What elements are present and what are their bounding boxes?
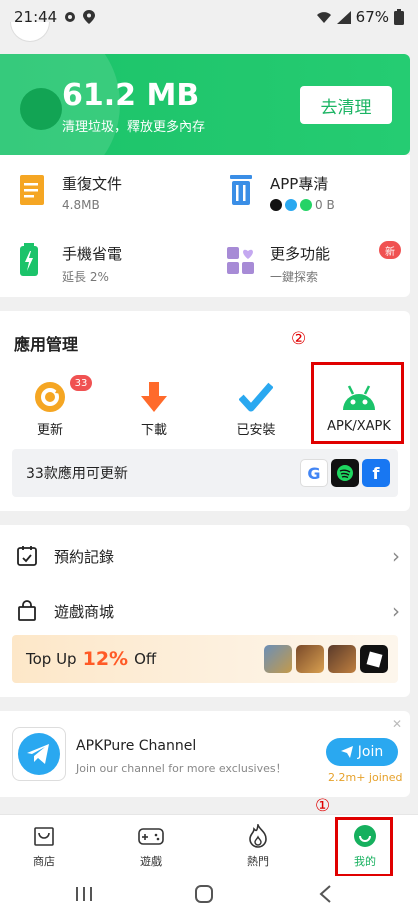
tool-app-clean[interactable]: APP專清 0 B <box>226 173 335 212</box>
update-count-badge: 33 <box>70 375 92 391</box>
annotation-marker: ① <box>315 796 331 816</box>
highlight-box <box>311 362 404 444</box>
store-bag-icon <box>34 827 54 846</box>
document-icon <box>20 175 44 205</box>
telegram-logo <box>12 727 66 781</box>
battery-icon <box>394 9 404 25</box>
junk-size: 61.2 MB <box>62 78 200 113</box>
new-badge: 新 <box>379 241 401 259</box>
cleaner-subtitle: 清理垃圾，釋放更多內存 <box>62 120 206 135</box>
update-icon <box>35 382 65 412</box>
joined-count: 2.2m+ joined <box>328 771 403 784</box>
app-item-label: 下載 <box>140 423 167 438</box>
chevron-right-icon: › <box>392 599 400 623</box>
topup-prefix: Top Up <box>26 650 77 668</box>
annotation-marker: ② <box>291 329 307 349</box>
join-label: Join <box>357 744 384 760</box>
calendar-icon <box>17 546 37 566</box>
clean-button[interactable]: 去清理 <box>300 86 392 124</box>
nav-games[interactable]: 遊戲 <box>121 823 181 869</box>
check-icon <box>239 382 273 412</box>
battery-charge-icon <box>20 243 38 276</box>
nav-store[interactable]: 商店 <box>14 823 74 869</box>
roblox-icon <box>360 645 388 673</box>
wifi-icon <box>316 11 331 23</box>
topup-banner[interactable]: Top Up 12% Off <box>12 635 398 683</box>
battery-level: 67% <box>355 8 389 26</box>
tiktok-icon <box>270 199 282 211</box>
signal-icon <box>336 10 351 24</box>
grid-heart-icon <box>227 247 254 274</box>
channel-subtitle: Join our channel for more exclusives！ <box>76 762 287 775</box>
app-management-panel: 應用管理 ② 更新 33 下載 已安裝 APK/XAPK 33款應用可更新 G … <box>0 311 410 511</box>
game-thumbnail <box>264 645 292 673</box>
tool-sub: 4.8MB <box>62 198 100 212</box>
app-installed[interactable]: 已安裝 <box>226 377 286 438</box>
chevron-right-icon: › <box>392 544 400 568</box>
system-nav-bar <box>0 876 418 916</box>
avatar[interactable] <box>10 22 50 42</box>
google-icon: G <box>300 459 328 487</box>
cleaner-dot-icon <box>20 88 62 130</box>
channel-card: ✕ APKPure Channel Join our channel for m… <box>0 711 410 797</box>
back-icon[interactable] <box>318 884 332 910</box>
game-store-row[interactable]: 遊戲商城 › <box>16 596 400 626</box>
telegram-icon <box>285 199 297 211</box>
topup-percent: 12% <box>82 648 129 670</box>
tool-title: 手機省電 <box>62 245 123 263</box>
highlight-box <box>335 817 393 877</box>
tool-sub: 延長 2% <box>62 270 109 284</box>
telegram-icon <box>18 733 60 775</box>
gear-icon <box>65 12 76 22</box>
tool-title: APP專清 <box>270 175 329 193</box>
app-item-label: 更新 <box>36 423 63 438</box>
nav-label: 熱門 <box>247 855 269 868</box>
tool-sub: 一鍵探索 <box>270 270 319 284</box>
app-download[interactable]: 下載 <box>124 377 184 438</box>
facebook-icon: f <box>362 459 390 487</box>
close-icon[interactable]: ✕ <box>392 717 402 731</box>
section-title: 應用管理 <box>14 335 79 354</box>
tool-title: 更多功能 <box>270 245 331 263</box>
nav-hot[interactable]: 熱門 <box>228 823 288 869</box>
whatsapp-icon <box>300 199 312 211</box>
gamepad-icon <box>138 828 164 845</box>
trash-icon <box>230 175 252 205</box>
tool-more-features[interactable]: 更多功能 一鍵探索 <box>226 243 330 285</box>
game-store-label: 遊戲商城 <box>54 602 115 621</box>
download-icon <box>141 382 167 412</box>
status-bar: 21:44 67% <box>0 0 418 34</box>
home-icon[interactable] <box>194 884 214 910</box>
booking-label: 預約記錄 <box>54 547 115 566</box>
nav-label: 商店 <box>33 855 55 868</box>
tool-duplicate-files[interactable]: 重復文件 4.8MB <box>18 173 122 212</box>
update-available-bar[interactable]: 33款應用可更新 G f <box>12 449 398 497</box>
game-thumbnail <box>296 645 324 673</box>
tool-power-saving[interactable]: 手機省電延長 2% <box>18 243 122 285</box>
location-icon <box>83 10 96 24</box>
tools-panel: 重復文件 4.8MB APP專清 0 B 手機省電延長 2% 更多功能一鍵探索 新 <box>0 155 410 297</box>
tool-title: 重復文件 <box>62 175 123 193</box>
topup-suffix: Off <box>134 650 157 668</box>
join-button[interactable]: Join <box>326 738 398 766</box>
update-available-text: 33款應用可更新 <box>26 466 128 482</box>
cleaner-card: 61.2 MB 清理垃圾，釋放更多內存 去清理 <box>0 54 410 155</box>
shortcuts-panel: 預約記錄 › 遊戲商城 › Top Up 12% Off <box>0 525 410 697</box>
tool-sub: 0 B <box>315 198 335 212</box>
game-thumbnail <box>328 645 356 673</box>
send-icon <box>340 746 353 758</box>
channel-title: APKPure Channel <box>76 738 197 754</box>
recent-apps-icon[interactable] <box>74 884 94 910</box>
app-item-label: 已安裝 <box>236 423 276 438</box>
flame-icon <box>249 824 267 848</box>
spotify-icon <box>331 459 359 487</box>
shopping-bag-icon <box>18 600 36 621</box>
booking-records-row[interactable]: 預約記錄 › <box>16 541 400 571</box>
nav-label: 遊戲 <box>140 855 162 868</box>
